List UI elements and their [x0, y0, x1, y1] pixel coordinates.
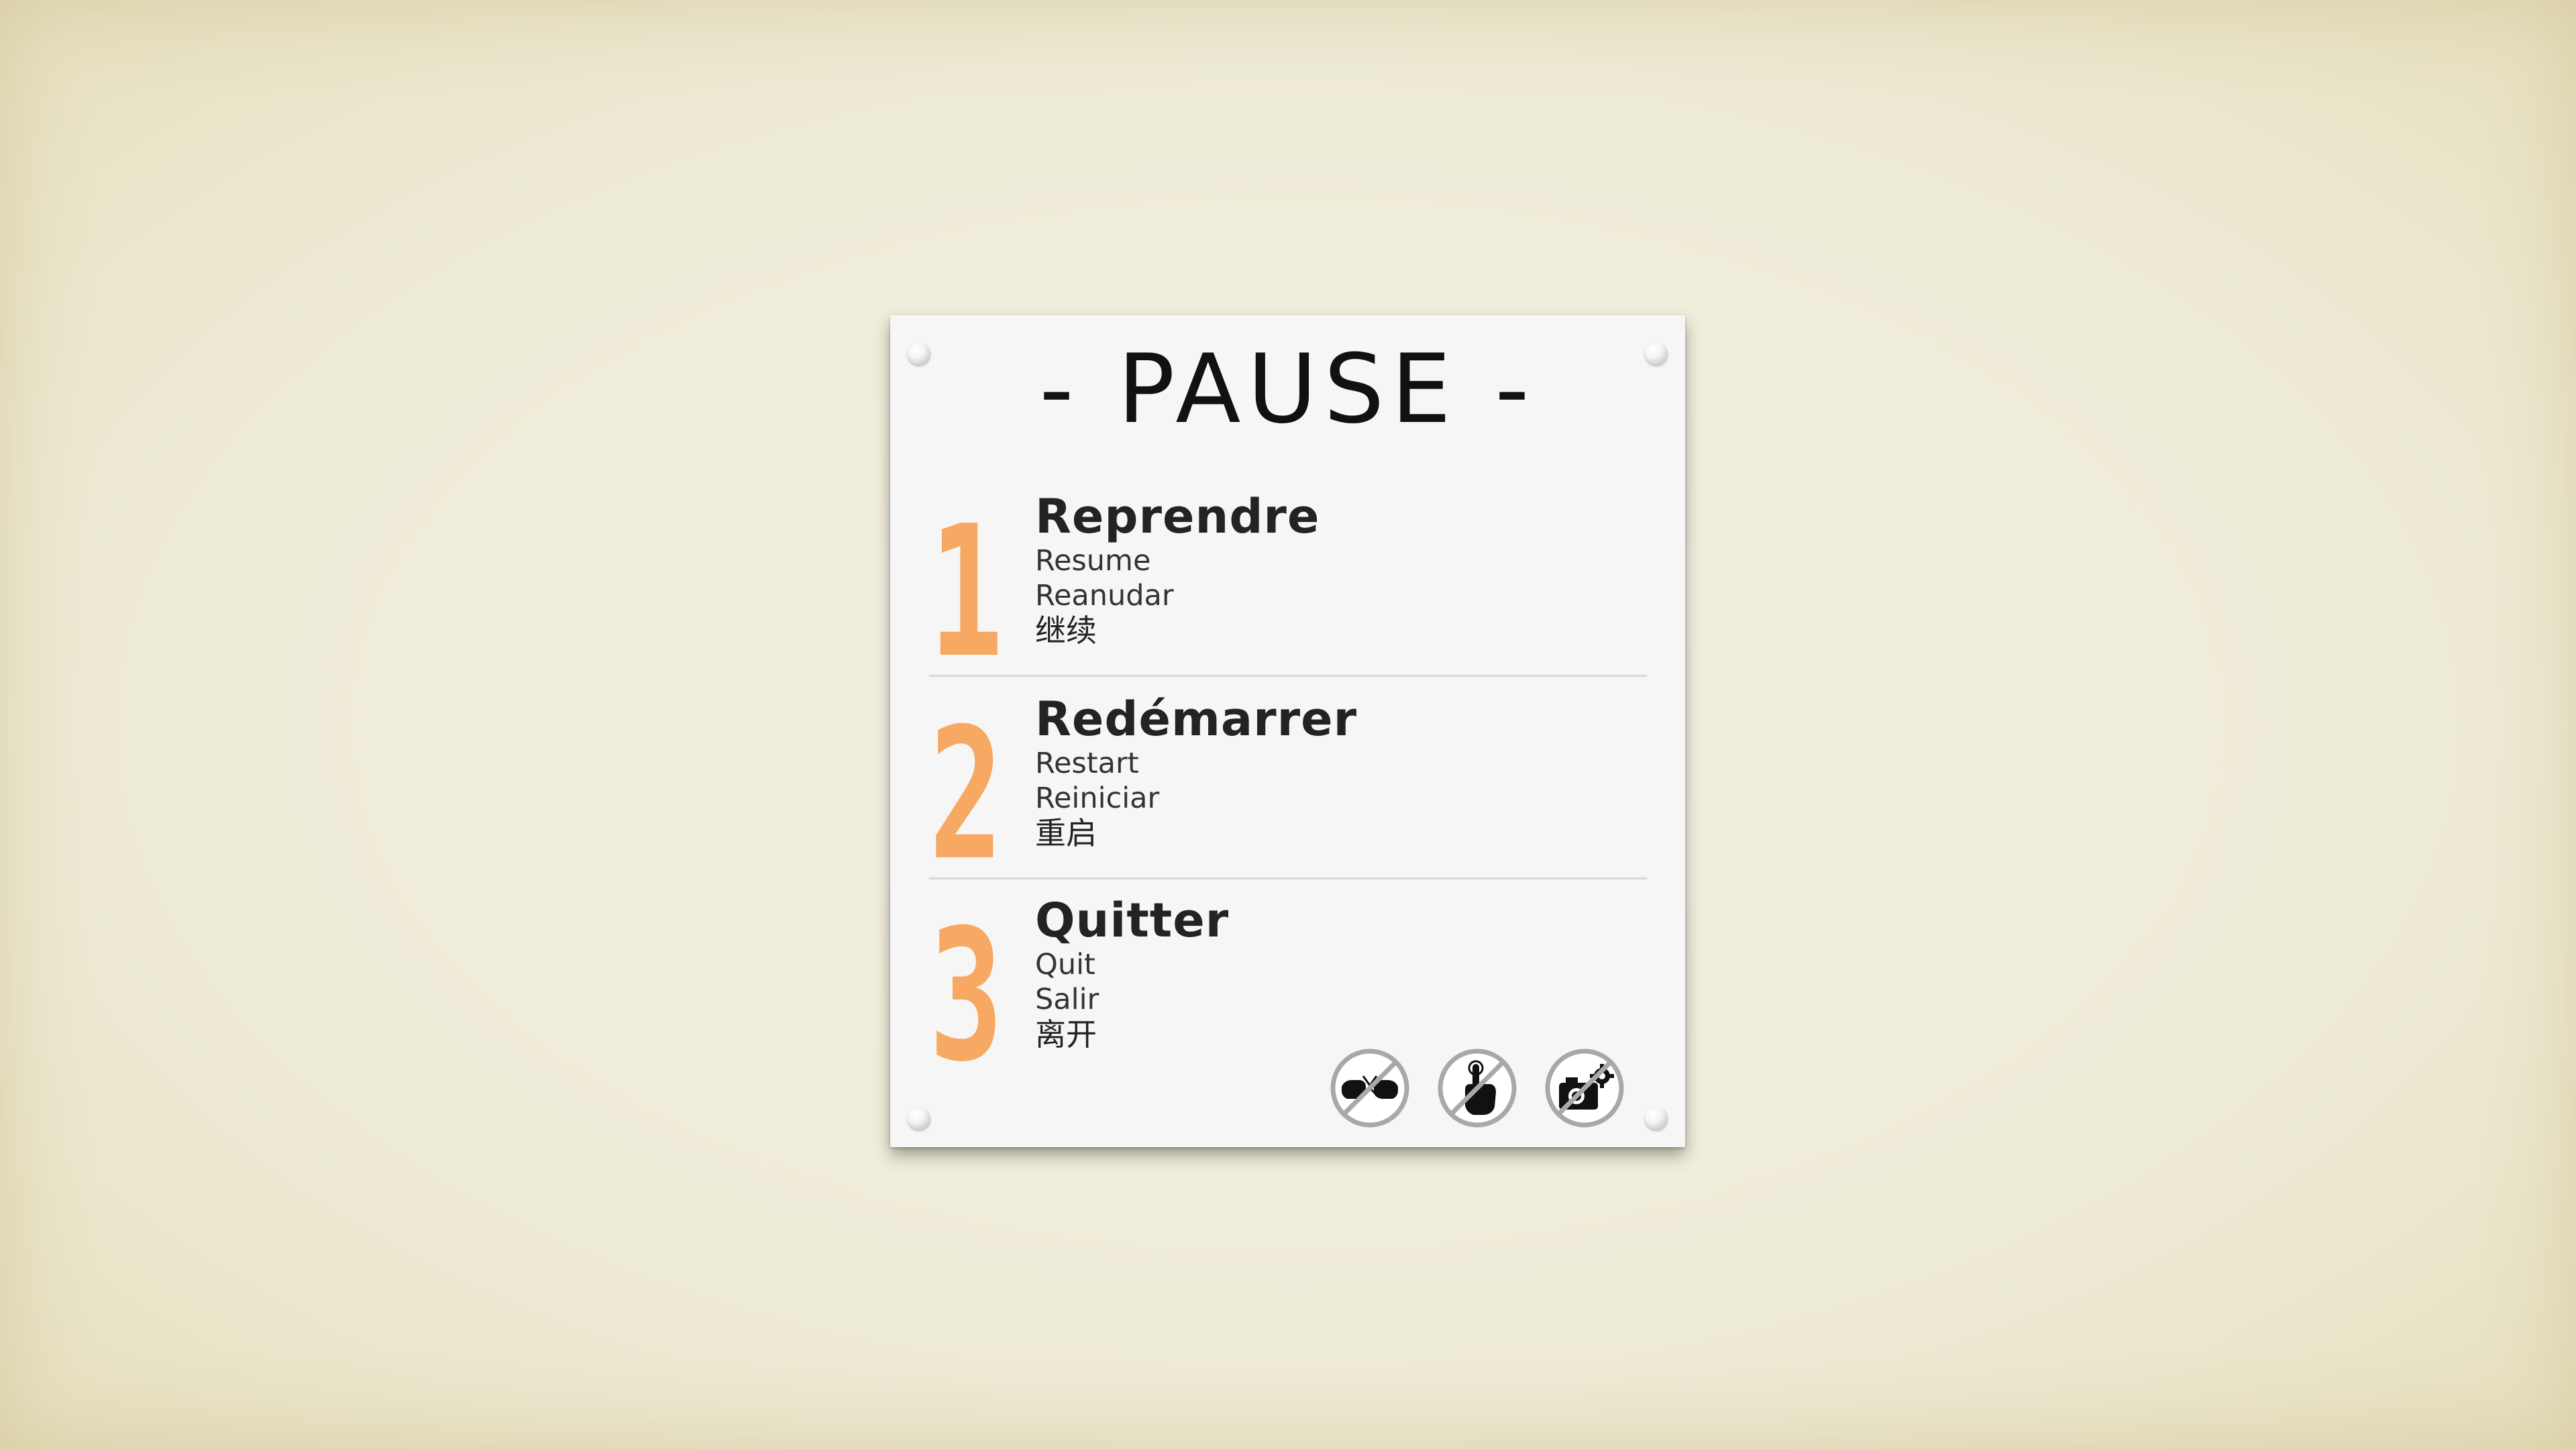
menu-item-restart[interactable]: 2 Redémarrer Restart Reiniciar 重启 [929, 689, 1647, 900]
no-touch-icon[interactable] [1437, 1048, 1517, 1128]
no-fighting-icon[interactable] [1330, 1048, 1410, 1128]
rivet-bottom-right [1645, 1107, 1668, 1130]
menu-item-label-zh: 继续 [1035, 612, 1097, 649]
menu-item-label-es: Reanudar [1035, 579, 1174, 612]
rivet-bottom-left [908, 1107, 930, 1130]
menu-item-label-zh: 重启 [1035, 815, 1097, 851]
menu-item-label-en: Resume [1035, 544, 1151, 578]
rule-icons [1330, 1048, 1625, 1128]
menu-divider [929, 675, 1647, 677]
menu-item-labels: Reprendre Resume Reanudar 继续 [1035, 490, 1320, 648]
menu-item-resume[interactable]: 1 Reprendre Resume Reanudar 继续 [929, 486, 1647, 698]
menu-item-label-fr: Redémarrer [1035, 692, 1358, 747]
menu-item-labels: Redémarrer Restart Reiniciar 重启 [1035, 692, 1357, 851]
menu-item-label-en: Restart [1035, 747, 1139, 780]
menu-item-labels: Quitter Quit Salir 离开 [1035, 894, 1229, 1052]
pause-panel: - PAUSE - 1 Reprendre Resume Reanudar 继续… [890, 315, 1685, 1147]
menu-item-label-fr: Reprendre [1035, 489, 1320, 544]
menu-item-number: 2 [929, 689, 1004, 900]
menu-item-number: 3 [929, 890, 1004, 1102]
menu-item-label-es: Reiniciar [1035, 782, 1160, 815]
menu-item-label-zh: 离开 [1035, 1016, 1097, 1053]
no-camera-settings-icon[interactable] [1544, 1048, 1625, 1128]
menu-divider [929, 877, 1647, 879]
menu-item-label-en: Quit [1035, 948, 1095, 981]
menu-item-label-es: Salir [1035, 983, 1099, 1016]
menu-item-label-fr: Quitter [1035, 893, 1230, 948]
pause-title: - PAUSE - [1039, 334, 1536, 445]
menu-item-number: 1 [929, 486, 1004, 698]
